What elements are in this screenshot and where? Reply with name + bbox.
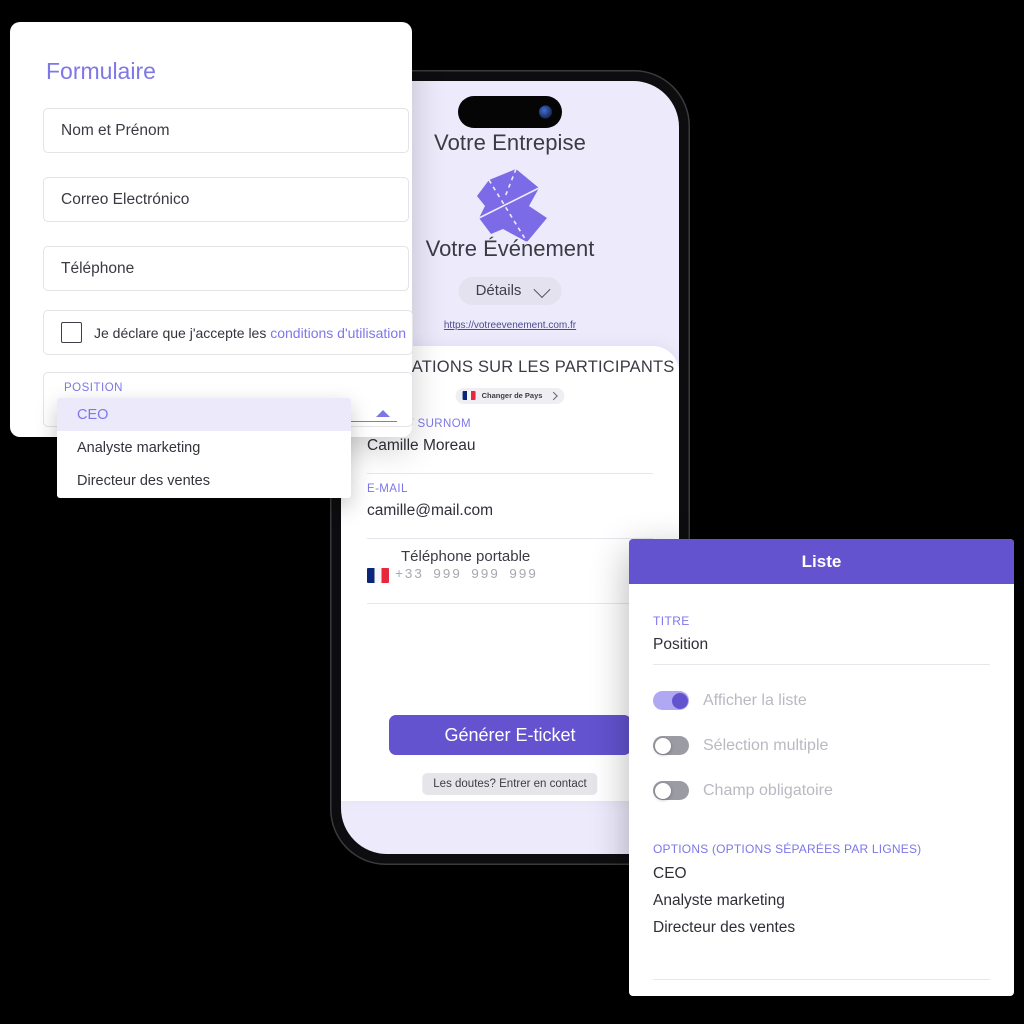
field-fullname-value: Camille Moreau: [367, 437, 476, 454]
divider: [367, 473, 653, 474]
liste-panel: Liste TITRE Position Afficher la liste S…: [629, 539, 1014, 996]
position-select-label: POSITION: [64, 382, 123, 394]
field-email-value: camille@mail.com: [367, 502, 493, 519]
dynamic-island: [458, 96, 562, 128]
dropdown-option-directeur-des-ventes[interactable]: Directeur des ventes: [57, 464, 351, 497]
divider: [367, 538, 653, 539]
page-title: Formulaire: [46, 58, 156, 84]
toggle-selection-multiple[interactable]: [653, 736, 689, 755]
toggle-row-afficher-la-liste[interactable]: Afficher la liste: [653, 691, 990, 710]
divider: [653, 979, 990, 980]
toggle-champ-obligatoire[interactable]: [653, 781, 689, 800]
field-email-label: E-MAIL: [367, 483, 408, 495]
formulaire-card: Formulaire Nom et Prénom Correo Electrón…: [10, 22, 413, 437]
caret-up-icon[interactable]: [376, 410, 390, 417]
details-dropdown-button[interactable]: Détails: [458, 277, 562, 305]
change-country-button[interactable]: Changer de Pays: [455, 388, 565, 404]
toggle-afficher-la-liste-label: Afficher la liste: [703, 691, 807, 709]
change-country-label: Changer de Pays: [481, 391, 543, 400]
titre-label: TITRE: [653, 614, 690, 628]
liste-panel-body: TITRE Position Afficher la liste Sélecti…: [629, 614, 1014, 996]
position-dropdown-menu[interactable]: CEO Analyste marketing Directeur des ven…: [57, 398, 351, 498]
toggle-knob: [654, 737, 671, 754]
option-line-directeur-des-ventes[interactable]: Directeur des ventes: [653, 919, 990, 937]
field-mobile-phone[interactable]: Téléphone portable +33 999 999 999: [367, 548, 653, 604]
toggle-knob: [671, 692, 688, 709]
options-label: OPTIONS (OPTIONS SÉPARÉES PAR LIGNES): [653, 842, 922, 856]
contact-help-chip[interactable]: Les doutes? Entrer en contact: [422, 773, 598, 795]
telephone-input[interactable]: Téléphone: [43, 246, 409, 291]
field-email[interactable]: E-MAIL camille@mail.com: [367, 483, 653, 539]
dropdown-option-ceo[interactable]: CEO: [57, 398, 351, 431]
email-input[interactable]: Correo Electrónico: [43, 177, 409, 222]
terms-link[interactable]: conditions d'utilisation: [270, 325, 406, 341]
front-camera-icon: [539, 105, 552, 119]
toggle-selection-multiple-label: Sélection multiple: [703, 736, 829, 754]
toggle-champ-obligatoire-label: Champ obligatoire: [703, 781, 833, 799]
dropdown-option-analyste-marketing[interactable]: Analyste marketing: [57, 431, 351, 464]
consent-row[interactable]: Je déclare que j'accepte les conditions …: [43, 310, 413, 355]
flag-france-icon: [367, 568, 389, 583]
toggle-row-selection-multiple[interactable]: Sélection multiple: [653, 736, 990, 755]
liste-panel-header: Liste: [629, 539, 1014, 584]
titre-input[interactable]: Position: [653, 636, 990, 665]
toggle-afficher-la-liste[interactable]: [653, 691, 689, 710]
option-line-ceo[interactable]: CEO: [653, 865, 990, 883]
field-mobile-phone-value-row: +33 999 999 999: [367, 568, 653, 583]
option-line-analyste-marketing[interactable]: Analyste marketing: [653, 892, 990, 910]
generate-eticket-button[interactable]: Générer E-ticket: [389, 715, 631, 755]
consent-checkbox[interactable]: [61, 322, 82, 343]
chevron-down-icon: [533, 280, 551, 298]
details-label: Détails: [475, 282, 522, 299]
chevron-right-icon: [549, 391, 558, 400]
fullname-input[interactable]: Nom et Prénom: [43, 108, 409, 153]
toggle-knob: [654, 782, 671, 799]
toggle-row-champ-obligatoire[interactable]: Champ obligatoire: [653, 781, 990, 800]
divider: [367, 603, 653, 604]
field-mobile-phone-value: +33 999 999 999: [395, 568, 538, 583]
screenshot-stage: Votre Entrepise Votre Événement Détails …: [0, 0, 1024, 1024]
flag-france-icon: [462, 391, 476, 400]
field-mobile-phone-label: Téléphone portable: [401, 548, 531, 565]
consent-label: Je déclare que j'accepte les conditions …: [94, 325, 406, 341]
consent-text: Je déclare que j'accepte les: [94, 324, 271, 341]
